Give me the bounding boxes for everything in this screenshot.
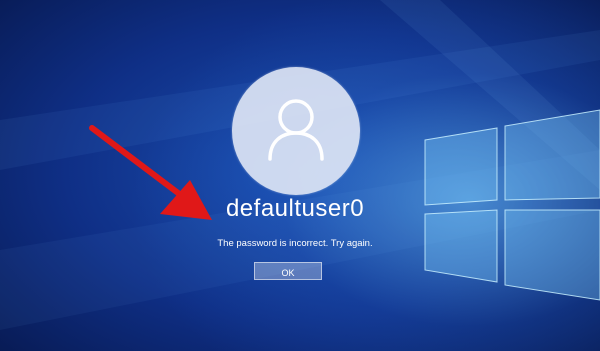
password-error-message: The password is incorrect. Try again. [217, 238, 373, 249]
user-avatar [232, 67, 360, 195]
ok-button[interactable]: OK [254, 262, 322, 280]
username-label: defaultuser0 [225, 195, 365, 222]
user-silhouette-icon [268, 99, 324, 161]
